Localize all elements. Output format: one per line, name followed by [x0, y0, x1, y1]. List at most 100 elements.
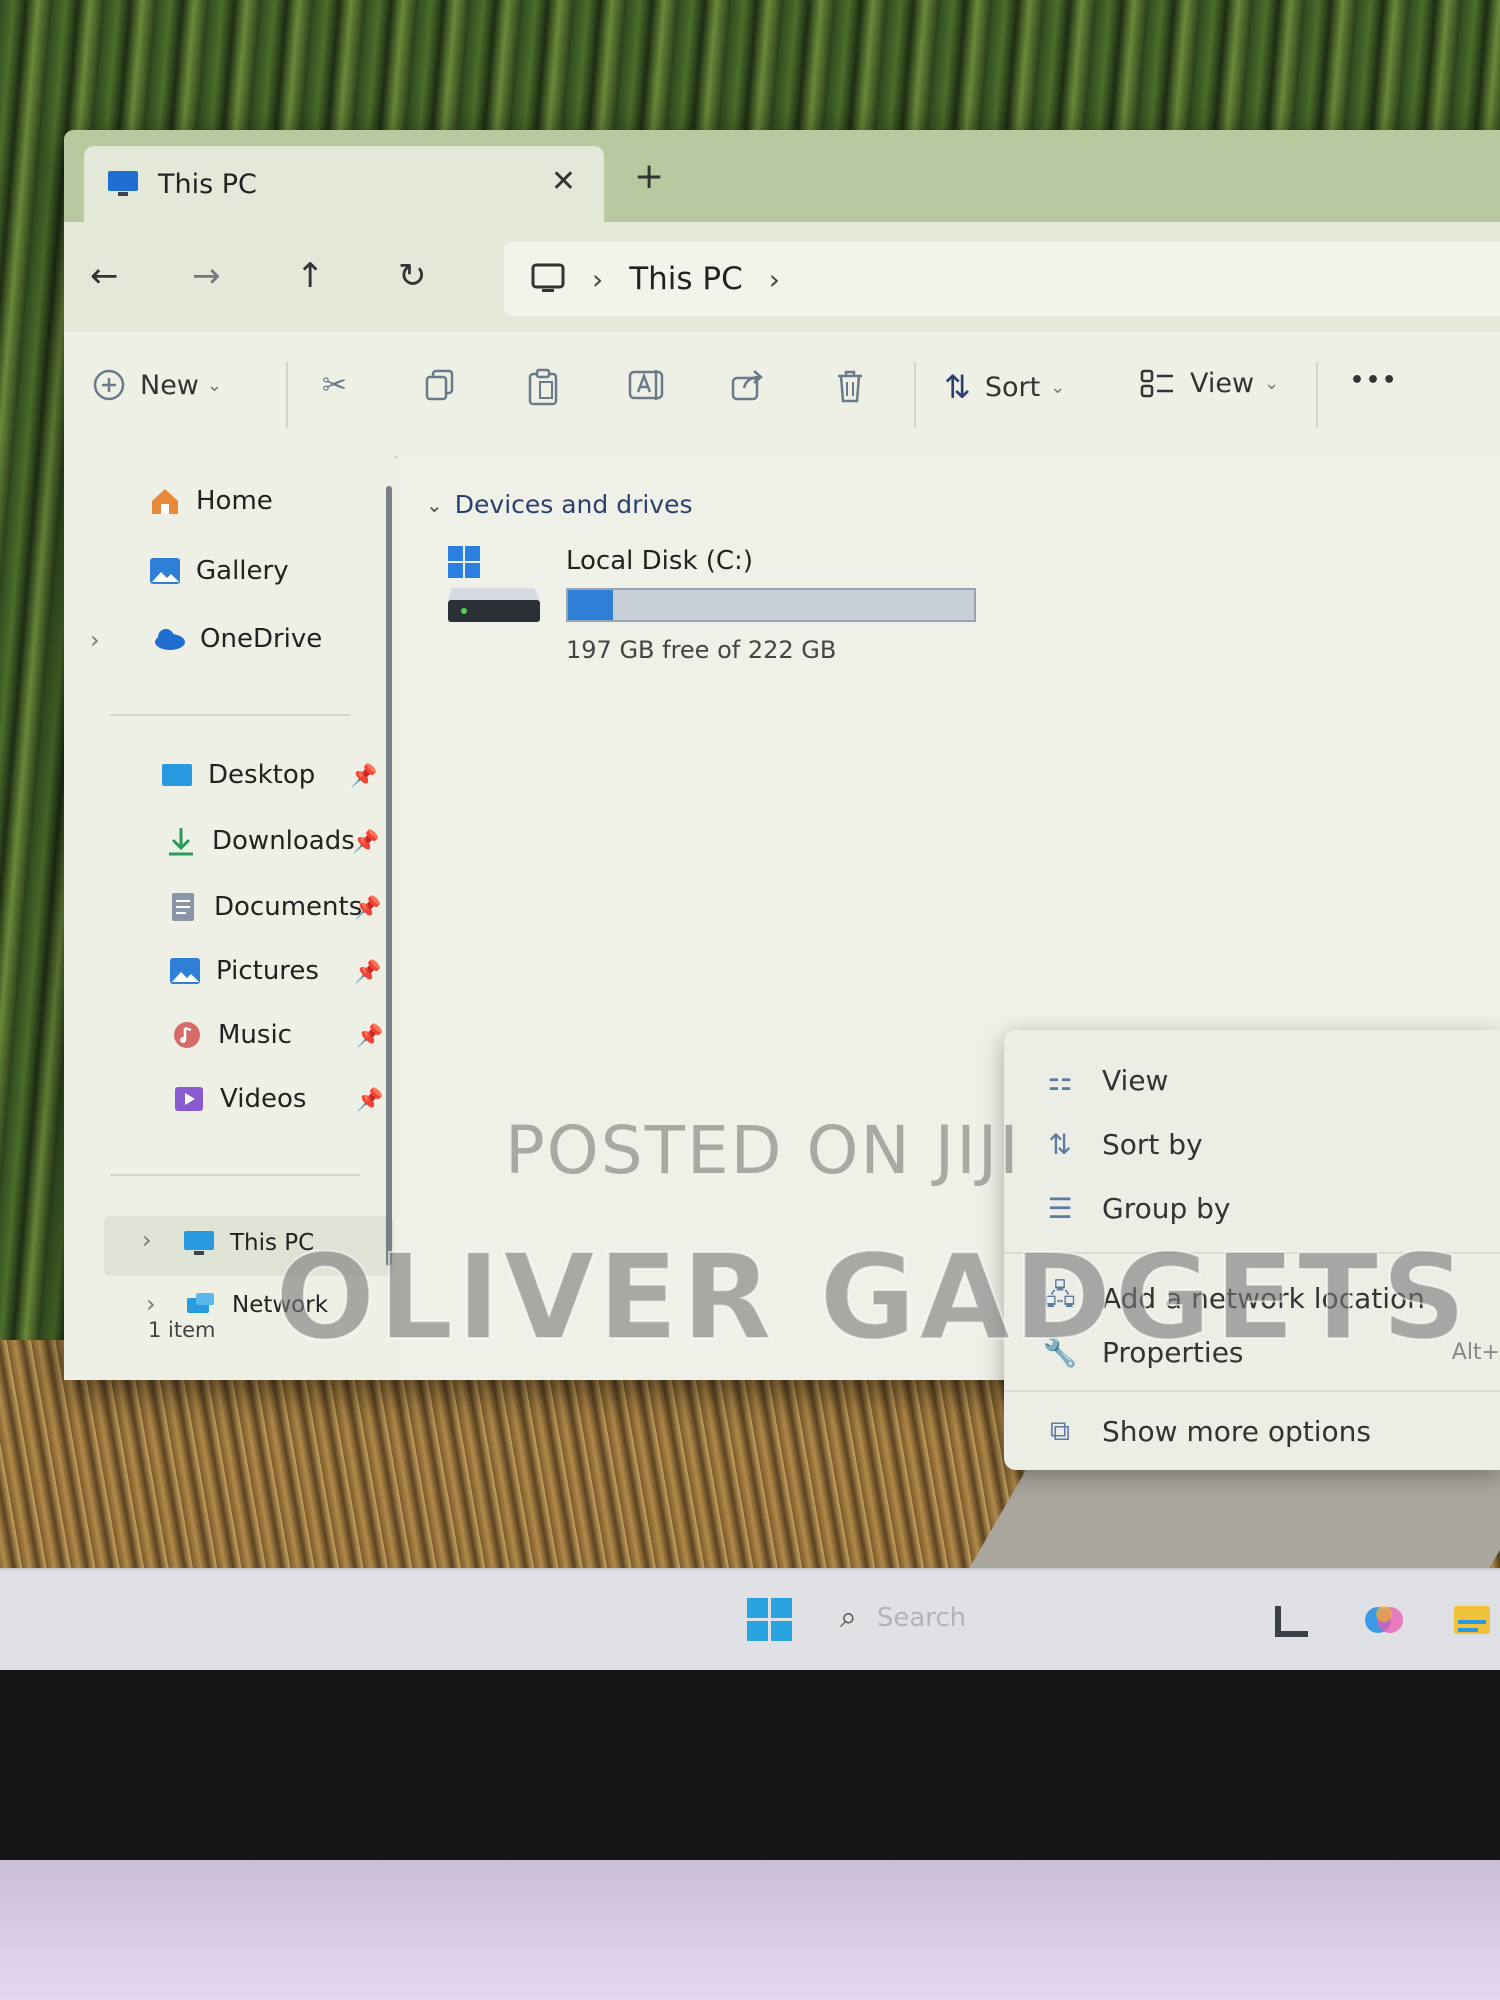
sort-button[interactable]: ⇅ Sort ⌄: [944, 368, 1065, 406]
tab-this-pc[interactable]: This PC ✕: [84, 146, 604, 222]
sort-icon: ⇅: [1048, 1128, 1072, 1161]
group-header[interactable]: ⌄ Devices and drives: [426, 490, 693, 519]
view-button[interactable]: View ⌄: [1140, 368, 1279, 399]
chevron-down-icon: ⌄: [1050, 376, 1066, 398]
sidebar-item-pictures[interactable]: Pictures: [168, 956, 319, 986]
menu-item-group-by[interactable]: ☰ Group by: [1040, 1192, 1231, 1225]
pin-icon[interactable]: 📌: [354, 896, 381, 921]
sidebar-item-onedrive[interactable]: OneDrive: [152, 624, 322, 654]
sidebar-item-label: Desktop: [208, 760, 316, 790]
sidebar-item-label: Gallery: [196, 556, 289, 586]
sidebar-scrollbar[interactable]: [386, 486, 392, 1266]
pictures-icon: [170, 958, 200, 984]
address-bar[interactable]: › This PC ›: [504, 242, 1500, 316]
home-icon: [152, 489, 178, 514]
expand-chevron-icon[interactable]: ›: [142, 1226, 152, 1254]
pin-icon[interactable]: 📌: [356, 1024, 383, 1049]
pin-icon[interactable]: 📌: [352, 830, 379, 855]
file-explorer-taskbar-icon[interactable]: [1452, 1600, 1492, 1640]
menu-item-label: Show more options: [1102, 1414, 1372, 1448]
back-arrow-icon[interactable]: ←: [90, 256, 119, 296]
sidebar-item-home[interactable]: Home: [148, 486, 273, 516]
expand-chevron-icon[interactable]: ›: [146, 1290, 156, 1318]
drive-usage-bar: [566, 588, 976, 622]
sidebar-divider: [110, 714, 350, 716]
sort-arrows-icon: ⇅: [944, 368, 971, 406]
drive-icon: [448, 546, 540, 622]
menu-item-show-more-options[interactable]: ⧉ Show more options: [1040, 1414, 1371, 1448]
group-label: Devices and drives: [454, 490, 693, 519]
drive-usage-fill: [568, 590, 613, 620]
sidebar-item-label: Pictures: [216, 956, 319, 986]
title-bar: This PC ✕ +: [64, 130, 1500, 222]
sidebar-item-desktop[interactable]: Desktop: [160, 760, 315, 790]
videos-icon: [175, 1087, 203, 1111]
copy-icon[interactable]: [424, 368, 456, 402]
more-options-icon[interactable]: •••: [1350, 368, 1398, 393]
sidebar-item-gallery[interactable]: Gallery: [148, 556, 289, 586]
monitor-icon: [108, 171, 138, 196]
menu-item-label: View: [1102, 1064, 1169, 1097]
sidebar-item-videos[interactable]: Videos: [172, 1084, 306, 1114]
new-label: New: [140, 369, 199, 401]
toolbar-divider: [914, 362, 916, 428]
sidebar-item-label: OneDrive: [200, 624, 323, 654]
pin-icon[interactable]: 📌: [356, 1088, 383, 1113]
chevron-down-icon: ⌄: [206, 374, 222, 396]
watermark-posted-on: POSTED ON JIJI: [505, 1112, 1021, 1189]
paste-icon[interactable]: [526, 368, 560, 406]
more-options-icon: ⧉: [1050, 1414, 1070, 1447]
downloads-icon: [169, 828, 193, 856]
sidebar-item-documents[interactable]: Documents: [166, 892, 362, 922]
breadcrumb-this-pc[interactable]: This PC: [629, 261, 743, 297]
new-tab-button[interactable]: +: [634, 156, 664, 197]
view-layout-icon: [1140, 369, 1173, 397]
this-pc-icon: [184, 1231, 214, 1255]
rename-icon[interactable]: [628, 368, 664, 402]
taskbar-app-icon[interactable]: [1272, 1600, 1312, 1640]
menu-divider: [1004, 1390, 1500, 1392]
documents-icon: [172, 893, 194, 921]
sidebar-item-label: Downloads: [212, 826, 355, 856]
taskbar-search[interactable]: ⌕ Search: [840, 1600, 966, 1635]
computer-icon: [531, 263, 565, 292]
navigation-bar: ← → ↑ ↻ › This PC ›: [64, 222, 1500, 332]
menu-item-label: Sort by: [1102, 1128, 1203, 1161]
close-tab-icon[interactable]: ✕: [551, 164, 576, 199]
new-button[interactable]: New ⌄: [92, 368, 222, 402]
toolbar-divider: [286, 362, 288, 428]
menu-item-label: Group by: [1102, 1192, 1231, 1225]
menu-item-sort-by[interactable]: ⇅ Sort by: [1040, 1128, 1203, 1161]
menu-item-view[interactable]: ⚏ View: [1040, 1064, 1168, 1097]
sidebar-item-music[interactable]: Music: [170, 1020, 292, 1050]
share-icon[interactable]: [730, 368, 766, 402]
sidebar-item-label: Music: [218, 1020, 292, 1050]
sidebar-item-label: Documents: [214, 892, 363, 922]
command-bar: New ⌄ ✂ ⇅ Sort ⌄ View ⌄ •••: [64, 332, 1500, 458]
windows-start-icon[interactable]: [747, 1598, 793, 1642]
pin-icon[interactable]: 📌: [354, 960, 381, 985]
music-icon: [174, 1022, 200, 1048]
gallery-icon: [150, 558, 180, 584]
drive-item-local-disk[interactable]: Local Disk (C:) 197 GB free of 222 GB: [446, 544, 976, 664]
pin-icon[interactable]: 📌: [350, 764, 377, 789]
sidebar-item-label: Home: [196, 486, 273, 516]
sidebar-item-downloads[interactable]: Downloads: [164, 826, 355, 856]
refresh-icon[interactable]: ↻: [398, 256, 427, 296]
delete-icon[interactable]: [834, 368, 866, 404]
laptop-chassis: [0, 1860, 1500, 2000]
sidebar-item-label: Videos: [220, 1084, 307, 1114]
up-arrow-icon[interactable]: ↑: [296, 256, 325, 296]
chevron-down-icon: ⌄: [1264, 373, 1280, 394]
chevron-down-icon: ⌄: [426, 492, 443, 517]
drive-name: Local Disk (C:): [566, 546, 753, 576]
breadcrumb-chevron-icon[interactable]: ›: [769, 263, 780, 296]
search-placeholder: Search: [876, 1602, 967, 1633]
cut-icon[interactable]: ✂: [322, 368, 347, 403]
forward-arrow-icon[interactable]: →: [192, 256, 221, 296]
breadcrumb-separator-icon: ›: [592, 262, 604, 296]
expand-chevron-icon[interactable]: ›: [90, 626, 100, 654]
drive-free-space: 197 GB free of 222 GB: [566, 636, 837, 664]
desktop-icon: [162, 764, 192, 786]
copilot-icon[interactable]: [1362, 1600, 1403, 1640]
